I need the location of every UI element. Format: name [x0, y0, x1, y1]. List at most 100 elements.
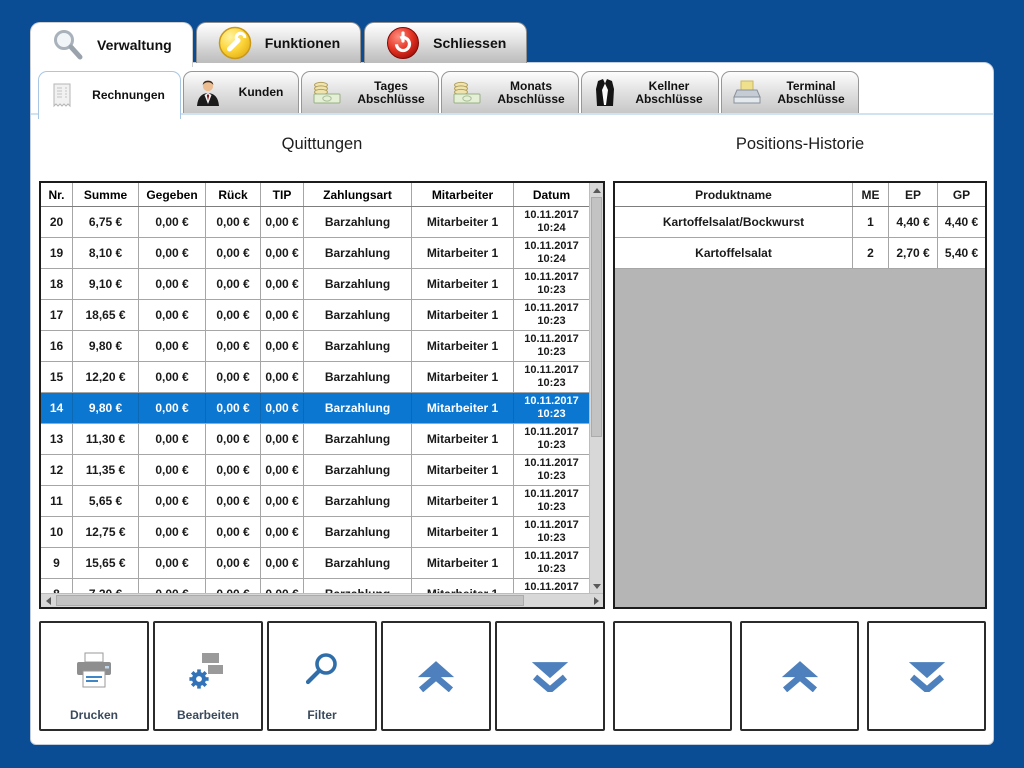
table-cell: 12,75 € — [73, 517, 139, 547]
table-cell: Barzahlung — [304, 548, 412, 578]
vertical-scroll-thumb[interactable] — [591, 197, 602, 437]
tab-funktionen-label: Funktionen — [265, 35, 340, 51]
chevrons-down-icon — [527, 660, 573, 692]
column-header: Mitarbeiter — [412, 183, 514, 206]
table-cell: 0,00 € — [139, 393, 206, 423]
table-row[interactable]: 87,20 €0,00 €0,00 €0,00 €BarzahlungMitar… — [41, 579, 589, 593]
table-row[interactable]: Kartoffelsalat22,70 €5,40 € — [615, 238, 985, 269]
table-row[interactable]: 1311,30 €0,00 €0,00 €0,00 €BarzahlungMit… — [41, 424, 589, 455]
drucken-button[interactable]: Drucken — [39, 621, 149, 731]
table-cell: 0,00 € — [261, 238, 304, 268]
page-up-button[interactable] — [381, 621, 491, 731]
scroll-down-arrow[interactable] — [590, 579, 604, 593]
table-cell: 5,65 € — [73, 486, 139, 516]
vertical-scrollbar[interactable] — [589, 183, 603, 593]
table-cell: 0,00 € — [139, 517, 206, 547]
table-cell: 0,00 € — [206, 486, 261, 516]
table-row[interactable]: 198,10 €0,00 €0,00 €0,00 €BarzahlungMita… — [41, 238, 589, 269]
column-header: Nr. — [41, 183, 73, 206]
scroll-right-arrow[interactable] — [589, 594, 603, 608]
pos-admin-screen: Verwaltung Funktionen — [0, 0, 1024, 768]
cash-icon — [452, 79, 482, 106]
table-cell: 2,70 € — [889, 238, 938, 268]
table-cell: 9,80 € — [73, 331, 139, 361]
chevrons-up-icon — [413, 660, 459, 692]
scroll-left-arrow[interactable] — [41, 594, 55, 608]
left-action-buttons: Drucken — [39, 621, 605, 731]
table-cell: Barzahlung — [304, 269, 412, 299]
table-row[interactable]: 1211,35 €0,00 €0,00 €0,00 €BarzahlungMit… — [41, 455, 589, 486]
scroll-up-arrow[interactable] — [590, 183, 604, 197]
table-cell: Mitarbeiter 1 — [412, 486, 514, 516]
positions-page-up-button[interactable] — [740, 621, 859, 731]
table-row[interactable]: 169,80 €0,00 €0,00 €0,00 €BarzahlungMita… — [41, 331, 589, 362]
table-cell: Barzahlung — [304, 300, 412, 330]
horizontal-scroll-thumb[interactable] — [56, 595, 524, 606]
table-row[interactable]: 206,75 €0,00 €0,00 €0,00 €BarzahlungMita… — [41, 207, 589, 238]
table-row[interactable]: 1718,65 €0,00 €0,00 €0,00 €BarzahlungMit… — [41, 300, 589, 331]
bearbeiten-label: Bearbeiten — [155, 708, 261, 722]
tab-tages-abschluesse[interactable]: Tages Abschlüsse — [301, 71, 439, 113]
table-cell: 0,00 € — [261, 517, 304, 547]
table-cell: 17 — [41, 300, 73, 330]
table-row[interactable]: 1512,20 €0,00 €0,00 €0,00 €BarzahlungMit… — [41, 362, 589, 393]
chevrons-up-icon — [777, 660, 823, 692]
table-row[interactable]: 915,65 €0,00 €0,00 €0,00 €BarzahlungMita… — [41, 548, 589, 579]
datum-cell: 10.11.201710:23 — [514, 393, 589, 423]
drucken-label: Drucken — [41, 708, 147, 722]
table-cell: 0,00 € — [206, 455, 261, 485]
table-cell: Kartoffelsalat/Bockwurst — [615, 207, 853, 237]
table-cell: 8 — [41, 579, 73, 593]
tab-verwaltung[interactable]: Verwaltung — [30, 22, 193, 67]
page-down-button[interactable] — [495, 621, 605, 731]
table-cell: 0,00 € — [139, 424, 206, 454]
table-cell: 0,00 € — [206, 517, 261, 547]
datum-cell: 10.11.201710:23 — [514, 424, 589, 454]
chevrons-down-icon — [904, 660, 950, 692]
table-cell: 7,20 € — [73, 579, 139, 593]
horizontal-scrollbar[interactable] — [41, 593, 603, 607]
table-cell: 0,00 € — [261, 331, 304, 361]
power-icon — [385, 25, 421, 61]
table-cell: 0,00 € — [261, 207, 304, 237]
table-cell: Barzahlung — [304, 238, 412, 268]
tab-terminal-abschluesse[interactable]: Terminal Abschlüsse — [721, 71, 859, 113]
tab-monats-abschluesse-label: Monats Abschlüsse — [490, 80, 572, 106]
positions-page-down-button[interactable] — [867, 621, 986, 731]
table-cell: 0,00 € — [139, 486, 206, 516]
table-cell: 0,00 € — [261, 455, 304, 485]
filter-button[interactable]: Filter — [267, 621, 377, 731]
tab-rechnungen[interactable]: Rechnungen — [38, 71, 181, 119]
table-cell: 0,00 € — [206, 579, 261, 593]
tab-terminal-abschluesse-label: Terminal Abschlüsse — [770, 80, 852, 106]
tab-monats-abschluesse[interactable]: Monats Abschlüsse — [441, 71, 579, 113]
table-cell: 18 — [41, 269, 73, 299]
table-cell: 0,00 € — [206, 207, 261, 237]
table-cell: 16 — [41, 331, 73, 361]
printer-icon — [72, 652, 116, 690]
table-cell: Barzahlung — [304, 486, 412, 516]
table-cell: 0,00 € — [261, 393, 304, 423]
table-row[interactable]: 1012,75 €0,00 €0,00 €0,00 €BarzahlungMit… — [41, 517, 589, 548]
table-cell: 12,20 € — [73, 362, 139, 392]
table-row[interactable]: 149,80 €0,00 €0,00 €0,00 €BarzahlungMita… — [41, 393, 589, 424]
datum-cell: 10.11.201710:23 — [514, 362, 589, 392]
table-row[interactable]: Kartoffelsalat/Bockwurst14,40 €4,40 € — [615, 207, 985, 238]
column-header: ME — [853, 183, 889, 206]
positions-historie-title: Positions-Historie — [613, 135, 987, 154]
datum-cell: 10.11.201710:23 — [514, 331, 589, 361]
table-row[interactable]: 189,10 €0,00 €0,00 €0,00 €BarzahlungMita… — [41, 269, 589, 300]
table-cell: 0,00 € — [261, 548, 304, 578]
tab-funktionen[interactable]: Funktionen — [196, 22, 361, 63]
bearbeiten-button[interactable]: Bearbeiten — [153, 621, 263, 731]
magnifier-icon — [51, 28, 85, 62]
blank-button[interactable] — [613, 621, 732, 731]
table-cell: 4,40 € — [938, 207, 985, 237]
tab-kellner-abschluesse[interactable]: Kellner Abschlüsse — [581, 71, 719, 113]
table-cell: 0,00 € — [206, 331, 261, 361]
receipt-icon — [49, 81, 75, 111]
table-row[interactable]: 115,65 €0,00 €0,00 €0,00 €BarzahlungMita… — [41, 486, 589, 517]
tab-kunden[interactable]: Kunden — [183, 71, 299, 113]
table-cell: Mitarbeiter 1 — [412, 269, 514, 299]
tab-schliessen[interactable]: Schliessen — [364, 22, 527, 63]
